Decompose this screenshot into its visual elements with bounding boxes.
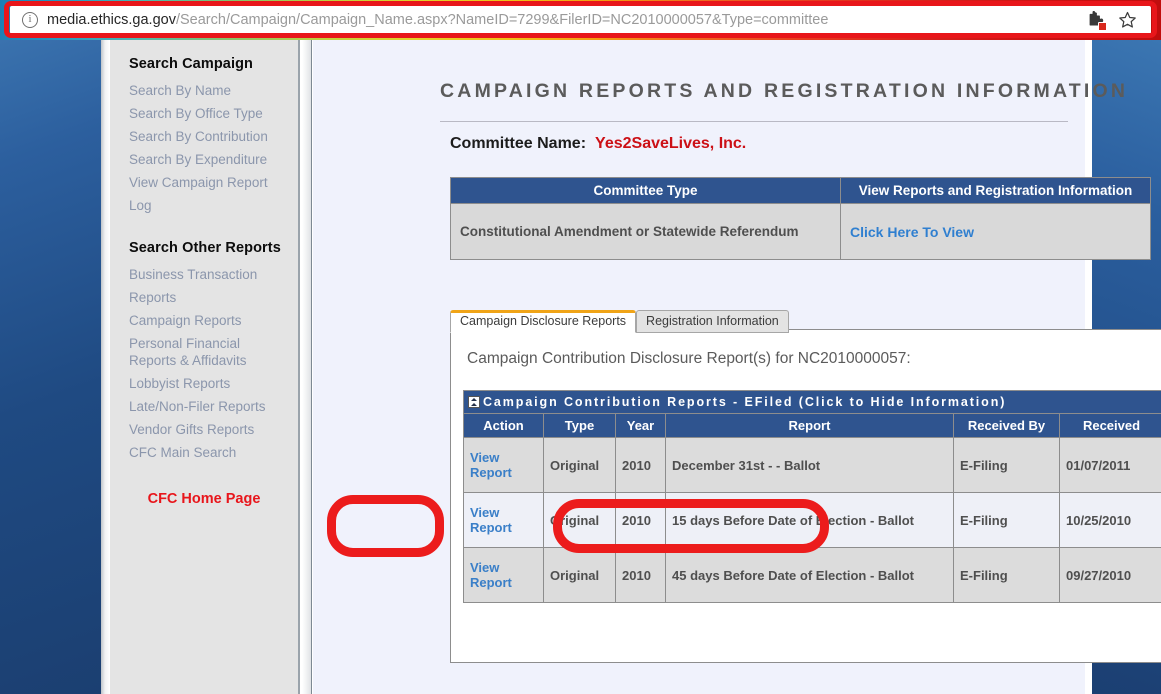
address-bar-url[interactable]: media.ethics.ga.gov/Search/Campaign/Camp… bbox=[47, 12, 828, 28]
column-header-received-by: Received By bbox=[953, 413, 1060, 438]
sidebar-item-late-non-filer-reports[interactable]: Late/Non-Filer Reports bbox=[129, 395, 289, 418]
committee-name-value: Yes2SaveLives, Inc. bbox=[595, 135, 747, 152]
committee-type-header-row: Committee Type View Reports and Registra… bbox=[450, 177, 1151, 204]
cell-year: 2010 bbox=[615, 492, 666, 548]
cell-year: 2010 bbox=[615, 437, 666, 493]
cell-received: 01/07/2011 bbox=[1059, 437, 1161, 493]
address-bar-actions bbox=[1087, 11, 1151, 31]
url-path: /Search/Campaign/Campaign_Name.aspx?Name… bbox=[175, 12, 829, 28]
cell-report: 15 days Before Date of Election - Ballot bbox=[665, 492, 954, 548]
reports-table-wrapper: Campaign Contribution Reports - EFiled (… bbox=[463, 390, 1161, 603]
committee-name-row: Committee Name: Yes2SaveLives, Inc. bbox=[313, 122, 1085, 153]
cell-action: View Report bbox=[463, 437, 544, 493]
bookmark-star-icon[interactable] bbox=[1118, 11, 1137, 30]
table-row: View Report Original 2010 15 days Before… bbox=[463, 492, 1161, 548]
page-title: CAMPAIGN REPORTS AND REGISTRATION INFORM… bbox=[440, 80, 1129, 102]
tab-panel-campaign-disclosure-reports: Campaign Contribution Disclosure Report(… bbox=[450, 329, 1161, 663]
tab-strip: Campaign Disclosure Reports Registration … bbox=[450, 310, 1085, 333]
sidebar-navigation: Search Campaign Search By Name Search By… bbox=[110, 40, 300, 694]
cell-type: Original bbox=[543, 547, 616, 603]
reports-collapse-bar[interactable]: Campaign Contribution Reports - EFiled (… bbox=[463, 390, 1161, 413]
site-info-icon[interactable]: i bbox=[22, 12, 38, 28]
committee-type-row: Constitutional Amendment or Statewide Re… bbox=[450, 203, 1151, 260]
cell-type: Original bbox=[543, 437, 616, 493]
column-header-action: Action bbox=[463, 413, 544, 438]
cell-report: 45 days Before Date of Election - Ballot bbox=[665, 547, 954, 603]
column-header-view-reports: View Reports and Registration Informatio… bbox=[840, 177, 1151, 204]
column-header-committee-type: Committee Type bbox=[450, 177, 841, 204]
tab-campaign-disclosure-reports[interactable]: Campaign Disclosure Reports bbox=[450, 310, 637, 333]
view-report-link[interactable]: View Report bbox=[470, 450, 512, 480]
cell-received: 09/27/2010 bbox=[1059, 547, 1161, 603]
sidebar-item-view-campaign-report-log[interactable]: View Campaign Report Log bbox=[129, 171, 289, 217]
sidebar-item-lobbyist-reports[interactable]: Lobbyist Reports bbox=[129, 372, 289, 395]
sidebar-item-search-by-office-type[interactable]: Search By Office Type bbox=[129, 102, 289, 125]
sidebar-item-search-by-expenditure[interactable]: Search By Expenditure bbox=[129, 148, 289, 171]
table-row: View Report Original 2010 45 days Before… bbox=[463, 547, 1161, 603]
cell-action: View Report bbox=[463, 492, 544, 548]
web-page: Search Campaign Search By Name Search By… bbox=[110, 40, 1161, 694]
cell-received-by: E-Filing bbox=[953, 492, 1060, 548]
column-header-received: Received bbox=[1059, 413, 1161, 438]
cell-action: View Report bbox=[463, 547, 544, 603]
sidebar-heading-search-other-reports: Search Other Reports bbox=[129, 240, 281, 256]
committee-type-table: Committee Type View Reports and Registra… bbox=[450, 177, 1151, 260]
sidebar-heading-search-campaign: Search Campaign bbox=[129, 56, 253, 72]
sidebar-item-search-by-name[interactable]: Search By Name bbox=[129, 79, 289, 102]
cell-received: 10/25/2010 bbox=[1059, 492, 1161, 548]
browser-toolbar: i media.ethics.ga.gov/Search/Campaign/Ca… bbox=[0, 0, 1161, 40]
sidebar-scrollbar[interactable] bbox=[302, 40, 312, 694]
screenshot-root: i media.ethics.ga.gov/Search/Campaign/Ca… bbox=[0, 0, 1161, 694]
sidebar-item-personal-financial-reports[interactable]: Personal Financial Reports & Affidavits bbox=[129, 332, 289, 372]
reports-header-row: Action Type Year Report Received By Rece… bbox=[463, 413, 1161, 438]
chevron-double-up-icon[interactable] bbox=[468, 396, 480, 408]
click-here-to-view-link[interactable]: Click Here To View bbox=[850, 224, 974, 240]
address-bar[interactable]: i media.ethics.ga.gov/Search/Campaign/Ca… bbox=[10, 6, 1151, 34]
sidebar-item-business-transaction-reports[interactable]: Business Transaction Reports bbox=[129, 263, 289, 309]
sidebar-item-vendor-gifts-reports[interactable]: Vendor Gifts Reports bbox=[129, 418, 289, 441]
view-report-link[interactable]: View Report bbox=[470, 560, 512, 590]
blocked-content-icon[interactable] bbox=[1087, 11, 1107, 31]
sidebar-item-campaign-reports[interactable]: Campaign Reports bbox=[129, 309, 289, 332]
cell-view-reports-link: Click Here To View bbox=[840, 203, 1151, 260]
column-header-report: Report bbox=[665, 413, 954, 438]
main-content: CAMPAIGN REPORTS AND REGISTRATION INFORM… bbox=[313, 40, 1161, 694]
cell-committee-type: Constitutional Amendment or Statewide Re… bbox=[450, 203, 841, 260]
table-row: View Report Original 2010 December 31st … bbox=[463, 437, 1161, 493]
column-header-type: Type bbox=[543, 413, 616, 438]
panel-caption: Campaign Contribution Disclosure Report(… bbox=[467, 350, 911, 367]
tab-registration-information[interactable]: Registration Information bbox=[636, 310, 789, 333]
view-report-link[interactable]: View Report bbox=[470, 505, 512, 535]
cell-type: Original bbox=[543, 492, 616, 548]
cell-report: December 31st - - Ballot bbox=[665, 437, 954, 493]
reports-bar-title: Campaign Contribution Reports - EFiled (… bbox=[483, 395, 1007, 409]
sidebar-item-cfc-main-search[interactable]: CFC Main Search bbox=[129, 441, 289, 464]
cell-received-by: E-Filing bbox=[953, 437, 1060, 493]
column-header-year: Year bbox=[615, 413, 666, 438]
reports-table: Action Type Year Report Received By Rece… bbox=[463, 413, 1161, 603]
cell-received-by: E-Filing bbox=[953, 547, 1060, 603]
url-host: media.ethics.ga.gov bbox=[47, 12, 176, 28]
sidebar-item-search-by-contribution[interactable]: Search By Contribution bbox=[129, 125, 289, 148]
page-left-edge bbox=[101, 40, 110, 694]
cell-year: 2010 bbox=[615, 547, 666, 603]
committee-name-label: Committee Name: bbox=[450, 135, 587, 152]
sidebar-item-cfc-home-page[interactable]: CFC Home Page bbox=[129, 491, 298, 507]
desktop-backdrop-left bbox=[0, 40, 101, 694]
